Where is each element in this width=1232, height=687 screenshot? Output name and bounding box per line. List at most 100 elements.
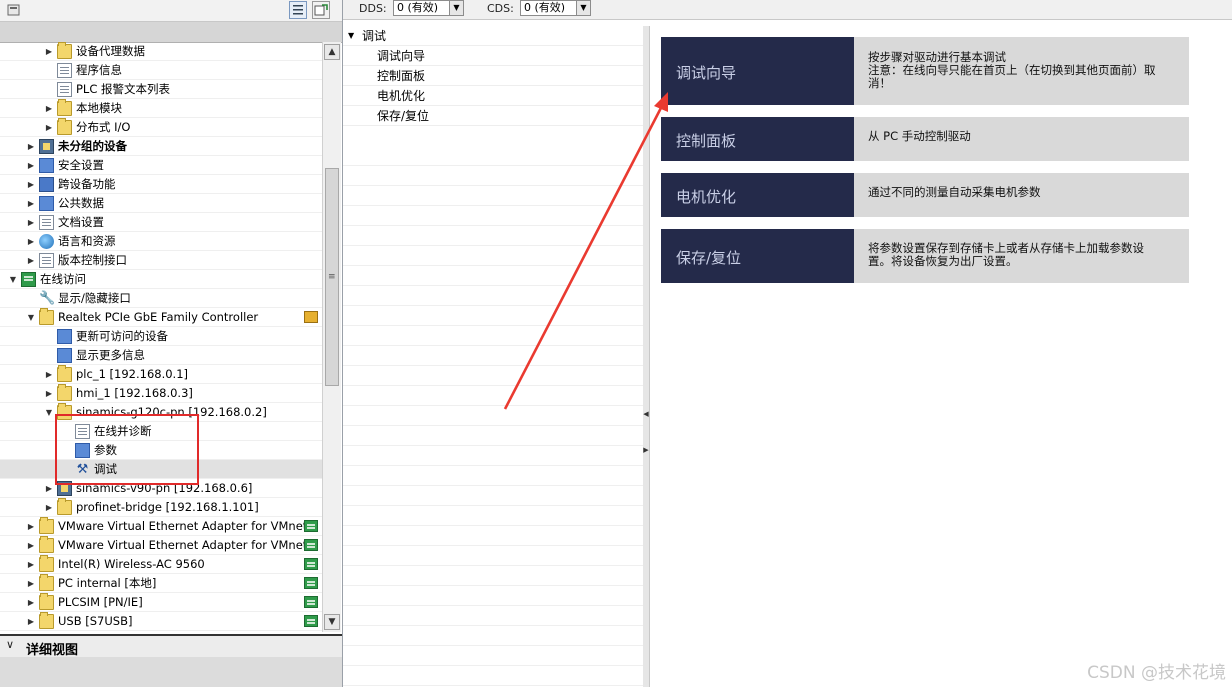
pane-splitter[interactable]: ◀ ▶ [643, 26, 650, 687]
diagnostics-icon [75, 424, 90, 439]
folder-icon [57, 118, 72, 135]
tree-item[interactable]: ▶ Intel(R) Wireless-AC 9560 [0, 555, 322, 574]
tree-item[interactable]: ▶ plc_1 [192.168.0.1] [0, 365, 322, 384]
card-title-button[interactable]: 调试向导 [661, 37, 854, 105]
tree-item-label: 在线并诊断 [94, 424, 152, 438]
collapsed-triangle-icon[interactable]: ▶ [44, 498, 54, 517]
tree-item[interactable]: ▶ VMware Virtual Ethernet Adapter for VMn… [0, 536, 322, 555]
collapse-right-icon[interactable]: ▶ [643, 446, 649, 454]
nav-item-save-reset[interactable]: 保存/复位 [343, 106, 643, 126]
collapsed-triangle-icon[interactable]: ▶ [44, 42, 54, 61]
collapsed-triangle-icon[interactable]: ▶ [26, 593, 36, 612]
collapse-left-icon[interactable]: ◀ [643, 410, 649, 418]
export-button[interactable] [312, 1, 330, 19]
folder-icon [39, 612, 54, 629]
tree-item[interactable]: ▶ 本地模块 [0, 99, 322, 118]
collapsed-triangle-icon[interactable]: ▶ [44, 99, 54, 118]
tree-item[interactable]: 更新可访问的设备 [0, 327, 322, 346]
tree-item[interactable]: ▶ 未分组的设备 [0, 137, 322, 156]
tree-item[interactable]: ▶ 安全设置 [0, 156, 322, 175]
cds-label: CDS: [487, 2, 514, 15]
nav-item-wizard[interactable]: 调试向导 [343, 46, 643, 66]
collapsed-triangle-icon[interactable]: ▶ [44, 384, 54, 403]
expanded-triangle-icon[interactable]: ▼ [44, 403, 54, 422]
card-save-reset[interactable]: 保存/复位 将参数设置保存到存储卡上或者从存储卡上加载参数设置。将设备恢复为出厂… [661, 229, 1189, 283]
tree-item[interactable]: ▶ VMware Virtual Ethernet Adapter for VMn… [0, 517, 322, 536]
collapsed-triangle-icon[interactable]: ▶ [44, 479, 54, 498]
commissioning-nav-pane: ▼ 调试 调试向导 控制面板 电机优化 保存/复位 [343, 26, 644, 687]
expand-triangle-icon[interactable]: ▼ [348, 26, 354, 46]
tree-item[interactable]: ▶ sinamics-v90-pn [192.168.0.6] [0, 479, 322, 498]
nav-root-commissioning[interactable]: ▼ 调试 [343, 26, 643, 46]
tree-item[interactable]: 参数 [0, 441, 322, 460]
scroll-up-button[interactable]: ▲ [324, 44, 340, 60]
expanded-triangle-icon[interactable]: ▼ [26, 308, 36, 327]
nav-item-control-panel[interactable]: 控制面板 [343, 66, 643, 86]
collapsed-triangle-icon[interactable]: ▶ [26, 536, 36, 555]
collapsed-triangle-icon[interactable]: ▶ [26, 517, 36, 536]
tree-item[interactable]: ▼ 在线访问 [0, 270, 322, 289]
tree-item[interactable]: ▶ 版本控制接口 [0, 251, 322, 270]
tree-item[interactable]: ▶ 公共数据 [0, 194, 322, 213]
card-description-line: 注意：在线向导只能在首页上（在切换到其他页面前）取消！ [868, 63, 1156, 90]
tree-item[interactable]: ▶ PLCSIM [PN/IE] [0, 593, 322, 612]
tree-item[interactable]: ▶ profinet-bridge [192.168.1.101] [0, 498, 322, 517]
cds-select[interactable]: 0 (有效) [520, 0, 578, 16]
folder-icon [39, 536, 54, 553]
collapsed-triangle-icon[interactable]: ▶ [26, 555, 36, 574]
tree-item[interactable]: ▶ USB [S7USB] [0, 612, 322, 631]
tree-item[interactable]: ▼ sinamics-g120c-pn [192.168.0.2] [0, 403, 322, 422]
collapsed-triangle-icon[interactable]: ▶ [26, 194, 36, 213]
tree-item[interactable]: ▶ 文档设置 [0, 213, 322, 232]
card-title-button[interactable]: 控制面板 [661, 117, 854, 161]
chevron-down-icon[interactable]: ∨ [6, 638, 14, 651]
dds-dropdown-arrow-icon[interactable]: ▼ [449, 0, 464, 16]
collapsed-triangle-icon[interactable]: ▶ [26, 612, 36, 631]
adapter-connected-icon [304, 577, 318, 589]
adapter-connected-icon [304, 558, 318, 570]
tree-item[interactable]: ▶ 设备代理数据 [0, 42, 322, 61]
collapsed-triangle-icon[interactable]: ▶ [26, 175, 36, 194]
collapsed-triangle-icon[interactable]: ▶ [26, 156, 36, 175]
card-commissioning-wizard[interactable]: 调试向导 按步骤对驱动进行基本调试 注意：在线向导只能在首页上（在切换到其他页面… [661, 37, 1189, 105]
tree-item[interactable]: ▼ Realtek PCIe GbE Family Controller [0, 308, 322, 327]
list-view-button[interactable] [289, 1, 307, 19]
collapsed-triangle-icon[interactable]: ▶ [44, 118, 54, 137]
card-control-panel[interactable]: 控制面板 从 PC 手动控制驱动 [661, 117, 1189, 161]
commissioning-icon: ⚒ [76, 462, 89, 477]
tree-item-label: profinet-bridge [192.168.1.101] [76, 500, 259, 514]
collapsed-triangle-icon[interactable]: ▶ [26, 137, 36, 156]
tree-item-label: PLCSIM [PN/IE] [58, 595, 143, 609]
tree-item[interactable]: ▶ 分布式 I/O [0, 118, 322, 137]
tree-item[interactable]: ▶ 跨设备功能 [0, 175, 322, 194]
tree-item[interactable]: ⚒ 调试 [0, 460, 322, 479]
card-title-text: 调试向导 [676, 64, 737, 82]
tree-scrollbar[interactable]: ▲ ≡ ▼ [322, 42, 341, 632]
card-title-button[interactable]: 保存/复位 [661, 229, 854, 283]
tree-item[interactable]: 程序信息 [0, 61, 322, 80]
tree-item-label: 在线访问 [40, 272, 86, 286]
collapsed-triangle-icon[interactable]: ▶ [26, 232, 36, 251]
tree-item[interactable]: ▶ PC internal [本地] [0, 574, 322, 593]
scroll-down-button[interactable]: ▼ [324, 614, 340, 630]
tree-item[interactable]: ▶ hmi_1 [192.168.0.3] [0, 384, 322, 403]
document-icon [57, 63, 72, 78]
tree-item[interactable]: 在线并诊断 [0, 422, 322, 441]
expanded-triangle-icon[interactable]: ▼ [8, 270, 18, 289]
collapsed-triangle-icon[interactable]: ▶ [26, 251, 36, 270]
tree-item[interactable]: ▶ 语言和资源 [0, 232, 322, 251]
cds-dropdown-arrow-icon[interactable]: ▼ [576, 0, 591, 16]
tree-options-icon[interactable] [6, 2, 22, 18]
nav-item-motor-optimization[interactable]: 电机优化 [343, 86, 643, 106]
tree-item[interactable]: 🔧 显示/隐藏接口 [0, 289, 322, 308]
collapsed-triangle-icon[interactable]: ▶ [26, 574, 36, 593]
dds-select[interactable]: 0 (有效) [393, 0, 451, 16]
card-title-button[interactable]: 电机优化 [661, 173, 854, 217]
collapsed-triangle-icon[interactable]: ▶ [44, 365, 54, 384]
nav-item-label: 保存/复位 [377, 109, 430, 123]
detail-view-header[interactable]: ∨ 详细视图 [0, 634, 342, 659]
tree-item[interactable]: 显示更多信息 [0, 346, 322, 365]
tree-item[interactable]: PLC 报警文本列表 [0, 80, 322, 99]
card-motor-optimization[interactable]: 电机优化 通过不同的测量自动采集电机参数 [661, 173, 1189, 217]
collapsed-triangle-icon[interactable]: ▶ [26, 213, 36, 232]
